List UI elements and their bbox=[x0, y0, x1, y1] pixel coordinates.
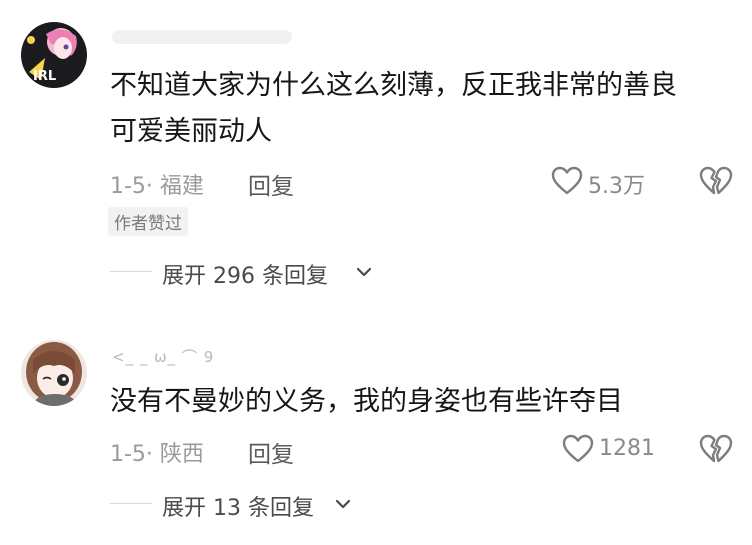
author-liked-badge: 作者赞过 bbox=[108, 207, 188, 236]
broken-heart-icon[interactable] bbox=[699, 166, 733, 196]
comment-text-line2: 可爱美丽动人 bbox=[110, 116, 272, 147]
username[interactable]: <_ _ ω_ ⌒ 9 bbox=[112, 346, 214, 367]
avatar[interactable]: IRL bbox=[21, 22, 87, 88]
like-count: 5.3万 bbox=[588, 174, 645, 199]
avatar[interactable] bbox=[21, 340, 87, 406]
reply-button[interactable]: 回复 bbox=[248, 167, 294, 201]
comment-date-location: 1-5· 陕西 bbox=[110, 442, 204, 467]
comment-date-location: 1-5· 福建 bbox=[110, 174, 204, 199]
svg-text:IRL: IRL bbox=[33, 69, 56, 84]
expand-divider bbox=[110, 271, 152, 272]
like-count: 1281 bbox=[599, 436, 655, 461]
chevron-down-icon[interactable] bbox=[356, 266, 372, 278]
username-blurred[interactable] bbox=[112, 30, 292, 44]
comment-text-line1: 不知道大家为什么这么刻薄，反正我非常的善良 bbox=[110, 70, 677, 101]
reply-button[interactable]: 回复 bbox=[248, 435, 294, 469]
chevron-down-icon[interactable] bbox=[335, 498, 351, 510]
heart-outline-icon[interactable] bbox=[551, 166, 583, 196]
expand-divider bbox=[110, 503, 152, 504]
expand-replies-button[interactable]: 展开 13 条回复 bbox=[162, 490, 314, 522]
broken-heart-icon[interactable] bbox=[699, 434, 733, 464]
expand-replies-button[interactable]: 展开 296 条回复 bbox=[162, 258, 328, 290]
comment-text-line1: 没有不曼妙的义务，我的身姿也有些许夺目 bbox=[110, 386, 623, 417]
heart-outline-icon[interactable] bbox=[562, 434, 594, 464]
